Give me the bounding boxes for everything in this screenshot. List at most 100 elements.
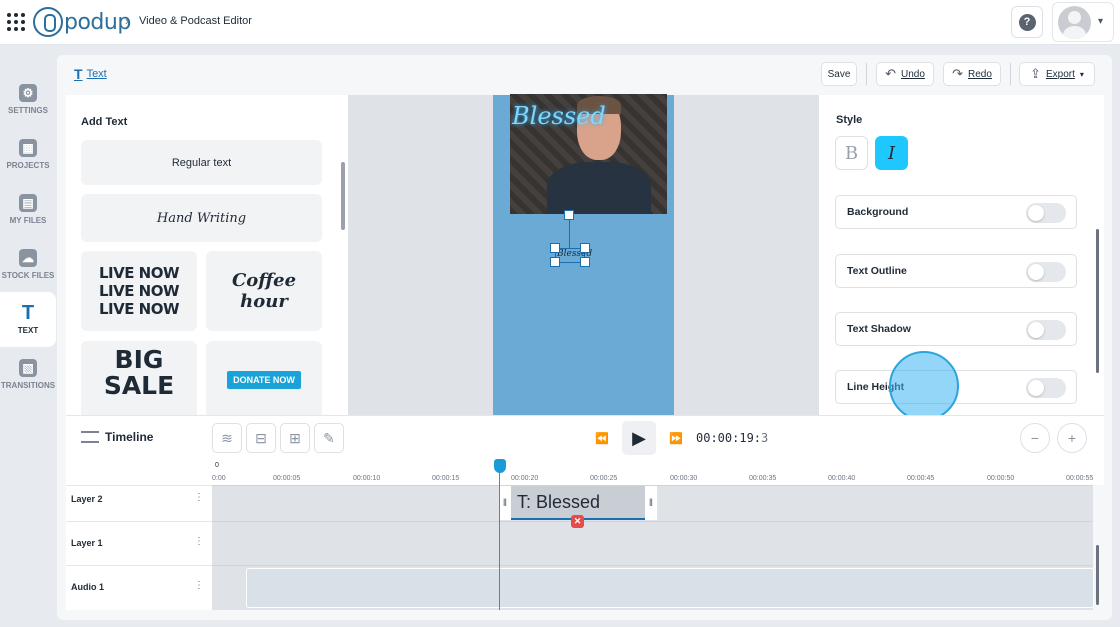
preset-donate-now[interactable]: DONATE NOW [206,341,322,415]
redo-label: Redo [968,68,992,80]
more-options-icon[interactable]: ⋮ [194,536,204,547]
sidebar-item-transitions[interactable]: ▧ TRANSITIONS [0,347,56,402]
gear-icon: ⚙ [19,84,37,102]
avatar [1058,6,1091,39]
rotate-handle-line [569,219,570,249]
layer-name: Layer 2 [71,494,103,504]
resize-handle-top-left[interactable] [550,243,560,253]
more-options-icon[interactable]: ⋮ [194,580,204,591]
clip-trim-handle-left[interactable]: ‖ [499,486,511,520]
playhead-line [499,468,500,610]
layer-row-layer-1[interactable]: Layer 1 ⋮ [66,521,212,565]
ruler-tick: 00:00:25 [590,475,618,482]
tab-text[interactable]: T Text [74,66,107,82]
style-panel-scrollbar[interactable] [1096,229,1099,373]
ruler-tick: 00:00:20 [511,475,539,482]
sidebar-item-text[interactable]: T TEXT [0,292,56,347]
preset-coffee-hour[interactable]: Coffee hour [206,251,322,331]
zoom-in-button[interactable]: + [1057,423,1087,453]
preset-label: LIVE NOW LIVE NOW LIVE NOW [98,264,180,318]
ruler-tick: 00:00:45 [907,475,935,482]
layer-row-audio-1[interactable]: Audio 1 ⋮ [66,565,212,610]
redo-button[interactable]: ↷ Redo [943,62,1001,86]
folder-icon: ▤ [19,194,37,212]
apps-grid-icon[interactable] [7,13,25,31]
ruler-tick: 00:00:55 [1066,475,1094,482]
projects-icon: ▦ [19,139,37,157]
undo-button[interactable]: ↶ Undo [876,62,934,86]
sidebar-item-projects[interactable]: ▦ PROJECTS [0,127,56,182]
save-label: Save [827,68,851,80]
zoom-out-button[interactable]: − [1020,423,1050,453]
sidebar-item-my-files[interactable]: ▤ MY FILES [0,182,56,237]
preset-label: BIG SALE [103,345,175,400]
resize-handle-bottom-left[interactable] [550,257,560,267]
breadcrumb-chevron-icon: › [125,14,129,28]
text-icon: T [74,66,83,82]
ruler-tick: 00:00:40 [828,475,856,482]
line-height-toggle[interactable] [1026,378,1066,398]
timeline-title: Timeline [81,430,153,444]
text-shadow-toggle[interactable] [1026,320,1066,340]
chevron-down-icon: ▾ [1098,16,1104,27]
add-text-scrollbar[interactable] [341,162,345,230]
save-button[interactable]: Save [821,62,857,86]
timeline-label: Timeline [105,430,154,444]
clip-trim-handle-right[interactable]: ‖ [645,486,657,520]
preset-regular-text[interactable]: Regular text [81,140,322,185]
logo-mic-icon [33,7,63,37]
sidebar-item-settings[interactable]: ⚙ SETTINGS [0,72,56,127]
preset-label: Regular text [171,156,232,169]
export-button[interactable]: ⇪ Export ▾ [1019,62,1095,86]
redo-icon: ↷ [952,66,963,81]
ruler-tick: 00:00:10 [353,475,381,482]
resize-handle-top-right[interactable] [580,243,590,253]
help-button[interactable]: ? [1011,6,1043,38]
option-label: Text Outline [847,265,907,277]
text-icon: T [21,301,35,324]
undo-icon: ↶ [885,66,896,81]
option-label: Background [847,206,909,218]
play-button[interactable]: ▶ [622,421,656,455]
preset-big-sale[interactable]: BIG SALE [81,341,197,415]
cloud-icon: ☁ [19,249,37,267]
more-options-icon[interactable]: ⋮ [194,492,204,503]
time-ruler[interactable] [212,460,1104,485]
rewind-button[interactable]: ⏪ [590,423,614,453]
timecode: 00:00:19:3 [696,431,768,445]
text-outline-toggle[interactable] [1026,262,1066,282]
video-preview[interactable]: Blessed [510,94,667,214]
sidebar-item-stock-files[interactable]: ☁ STOCK FILES [0,237,56,292]
bold-button[interactable]: B [835,136,868,170]
italic-button[interactable]: I [875,136,908,170]
forward-button[interactable]: ⏩ [664,423,688,453]
timecode-main: 00:00:19: [696,431,762,445]
user-menu-button[interactable]: ▾ [1052,2,1114,42]
ruler-tick: 00:00:30 [670,475,698,482]
background-toggle[interactable] [1026,203,1066,223]
timecode-frame: 3 [761,431,769,445]
layers-tool-button[interactable]: ≋ [212,423,242,453]
preset-label: Coffee hour [231,270,297,312]
timeline-scrollbar[interactable] [1096,545,1099,605]
delete-clip-icon[interactable]: ✕ [571,515,584,528]
ruler-tick: 00:00:15 [432,475,460,482]
logo[interactable]: podup [33,7,131,37]
layer-row-layer-2[interactable]: Layer 2 ⋮ [66,485,212,521]
edit-tool-button[interactable]: ✎ [314,423,344,453]
resize-handle-bottom-right[interactable] [580,257,590,267]
trim-tool-button[interactable]: ⊞ [280,423,310,453]
preset-live-now[interactable]: LIVE NOW LIVE NOW LIVE NOW [81,251,197,331]
sidebar-item-label: TRANSITIONS [0,381,56,390]
sidebar-item-label: TEXT [17,326,39,335]
ruler-tick: 00:00:35 [749,475,777,482]
preset-hand-writing[interactable]: Hand Writing [81,194,322,242]
preset-label: Hand Writing [156,210,247,226]
tab-label: Text [86,68,107,80]
track-layer-1[interactable] [212,521,1093,565]
playhead-handle[interactable] [494,459,506,473]
audio-clip[interactable] [246,568,1094,608]
logo-text: podup [64,9,131,35]
split-tool-button[interactable]: ⊟ [246,423,276,453]
sidebar-item-label: MY FILES [9,216,47,225]
